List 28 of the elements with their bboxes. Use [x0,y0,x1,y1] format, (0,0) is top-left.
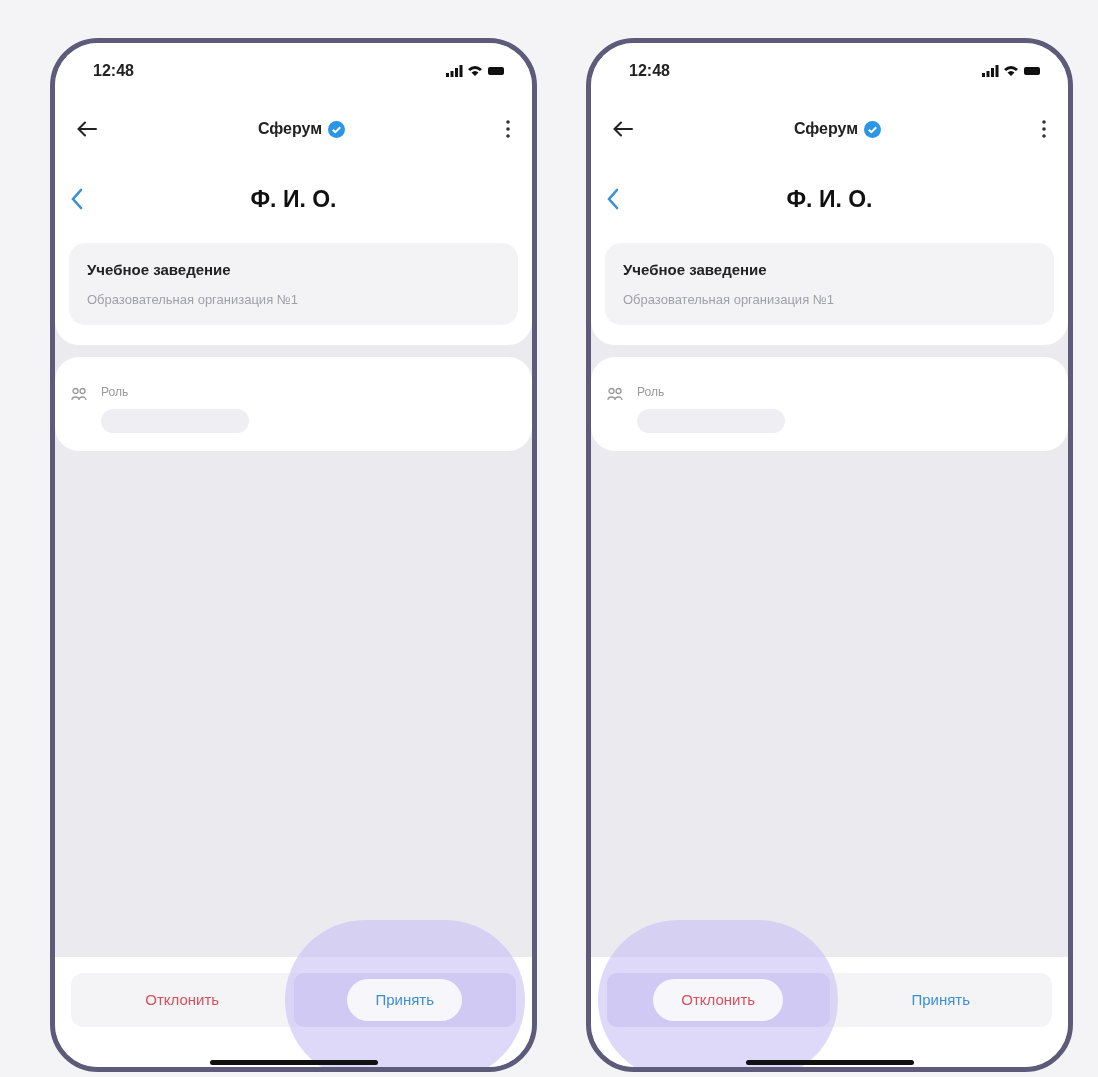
institution-label: Учебное заведение [623,260,768,280]
institution-value: Образовательная организация №1 [87,290,299,309]
status-icons [446,65,504,77]
back-arrow-icon[interactable] [613,121,633,137]
verified-badge-icon [864,120,882,138]
status-icons [982,65,1040,77]
status-time: 12:48 [93,61,134,81]
role-label: Роль [637,384,666,401]
verified-badge-icon [328,120,346,138]
accept-button[interactable]: Принять [883,978,999,1022]
people-icon [71,387,87,401]
status-time: 12:48 [629,61,670,81]
back-chevron-icon[interactable] [71,188,83,210]
chat-title: Сферум [257,119,323,139]
back-chevron-icon[interactable] [607,188,619,210]
role-label: Роль [101,384,130,401]
accept-button[interactable]: Принять [347,978,463,1022]
institution-value: Образовательная организация №1 [623,290,835,309]
decline-button[interactable]: Отклонить [117,978,248,1022]
people-icon [607,387,623,401]
decline-button[interactable]: Отклонить [653,978,784,1022]
back-arrow-icon[interactable] [77,121,97,137]
page-title: Ф. И. О. [786,184,873,214]
more-menu-icon[interactable] [506,120,510,138]
institution-label: Учебное заведение [87,260,232,280]
chat-title: Сферум [793,119,859,139]
page-title: Ф. И. О. [250,184,337,214]
more-menu-icon[interactable] [1042,120,1046,138]
